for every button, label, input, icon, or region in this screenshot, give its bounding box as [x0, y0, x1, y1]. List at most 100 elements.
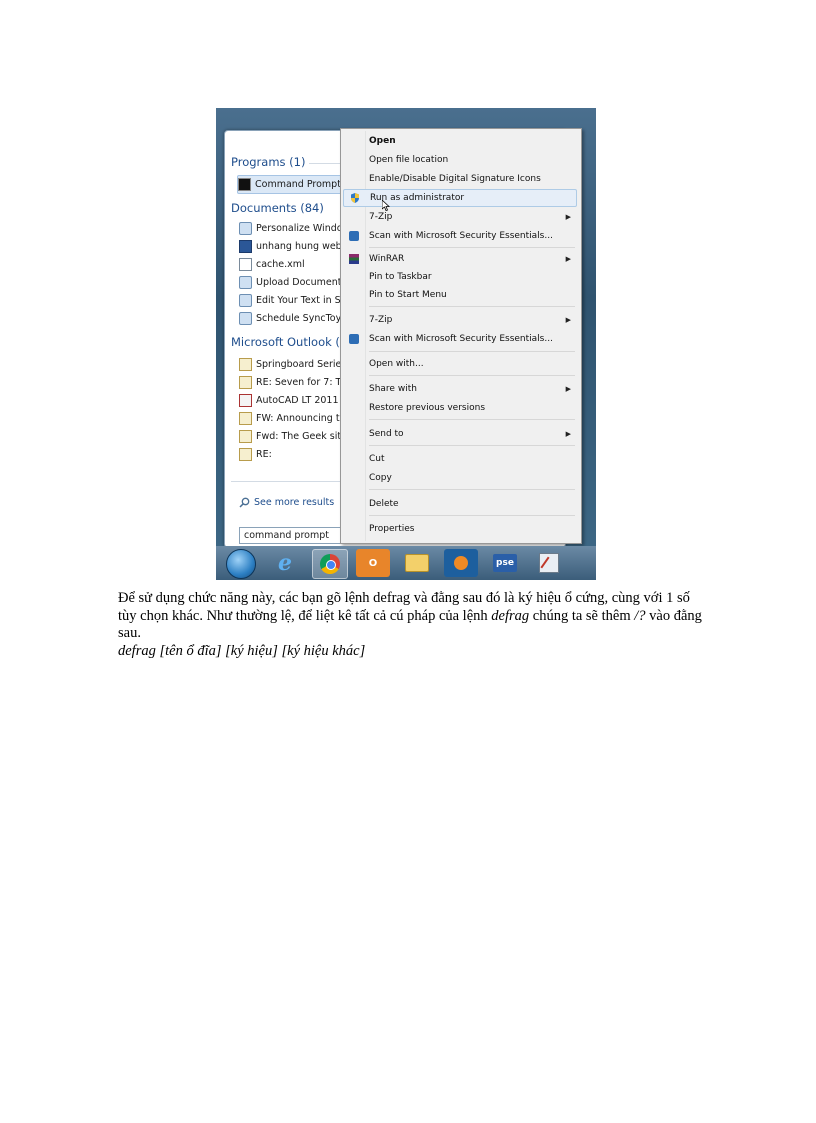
screenshot-image: Programs (1) Command Prompt Documents (8… — [216, 108, 596, 580]
syntax-line: defrag [tên ổ đĩa] [ký hiệu] [ký hiệu kh… — [118, 642, 366, 659]
result-document[interactable]: Personalize Window — [239, 220, 344, 237]
result-email[interactable]: RE: — [239, 446, 344, 463]
result-label: RE: — [256, 449, 272, 460]
taskbar: e O pse — [216, 546, 596, 580]
outlook-icon: O — [368, 557, 378, 569]
menu-separator — [369, 247, 575, 248]
link-icon — [239, 222, 252, 235]
media-player-icon — [454, 556, 468, 570]
result-label: Personalize Window — [256, 223, 344, 234]
outlook-header: Microsoft Outlook (5 — [231, 335, 348, 349]
menu-item-winrar[interactable]: WinRAR ▶ — [343, 250, 577, 268]
result-label: Schedule SyncToy t — [256, 313, 344, 324]
submenu-arrow-icon: ▶ — [565, 213, 571, 221]
documents-header: Documents (84) — [231, 201, 324, 215]
menu-separator — [369, 489, 575, 490]
divider — [231, 481, 349, 482]
programs-header: Programs (1) — [231, 155, 306, 169]
cad-icon — [239, 394, 252, 407]
instruction-text: Để sử dụng chức năng này, các bạn gõ lện… — [118, 590, 702, 641]
result-label: Edit Your Text in Sty — [256, 295, 344, 306]
taskbar-paint-button[interactable] — [532, 549, 566, 577]
taskbar-explorer-button[interactable] — [400, 549, 434, 577]
result-document[interactable]: Upload Documents — [239, 274, 344, 291]
menu-separator — [369, 375, 575, 376]
word-doc-icon — [239, 240, 252, 253]
help-switch: /? — [634, 607, 646, 624]
chrome-icon — [320, 554, 340, 574]
menu-separator — [369, 445, 575, 446]
menu-item-digital-signature-icons[interactable]: Enable/Disable Digital Signature Icons — [343, 170, 577, 188]
menu-item-7zip[interactable]: 7-Zip ▶ — [343, 208, 577, 226]
security-essentials-icon — [349, 334, 359, 344]
result-label: cache.xml — [256, 259, 305, 270]
mail-icon — [239, 448, 252, 461]
taskbar-ie-button[interactable]: e — [268, 549, 302, 577]
submenu-arrow-icon: ▶ — [565, 385, 571, 393]
result-command-prompt[interactable]: Command Prompt — [237, 175, 349, 194]
result-email[interactable]: FW: Announcing the — [239, 410, 344, 427]
result-label: FW: Announcing the — [256, 413, 344, 424]
menu-separator — [369, 351, 575, 352]
result-label: RE: Seven for 7: Tips — [256, 377, 344, 388]
menu-item-copy[interactable]: Copy — [343, 469, 577, 487]
link-icon — [239, 276, 252, 289]
result-label: Springboard Series I — [256, 359, 344, 370]
result-document[interactable]: Edit Your Text in Sty — [239, 292, 344, 309]
menu-item-scan-security-essentials[interactable]: Scan with Microsoft Security Essentials.… — [343, 330, 577, 348]
result-label: Command Prompt — [255, 179, 341, 190]
taskbar-media-player-button[interactable] — [444, 549, 478, 577]
ie-icon: e — [278, 550, 292, 576]
menu-item-pin-to-start-menu[interactable]: Pin to Start Menu — [343, 286, 577, 304]
menu-item-open-with[interactable]: Open with... — [343, 355, 577, 373]
folder-icon — [405, 554, 429, 572]
winrar-icon — [349, 254, 359, 264]
menu-item-cut[interactable]: Cut — [343, 450, 577, 468]
photoshop-elements-icon: pse — [493, 554, 517, 572]
menu-item-delete[interactable]: Delete — [343, 495, 577, 513]
search-value: command prompt — [244, 530, 329, 541]
menu-item-share-with[interactable]: Share with ▶ — [343, 380, 577, 398]
submenu-arrow-icon: ▶ — [565, 316, 571, 324]
menu-item-scan-security-essentials[interactable]: Scan with Microsoft Security Essentials.… — [343, 227, 577, 245]
taskbar-chrome-button[interactable] — [312, 549, 348, 579]
result-email[interactable]: Fwd: The Geek site — [239, 428, 344, 445]
menu-item-properties[interactable]: Properties — [343, 520, 577, 538]
menu-separator — [369, 419, 575, 420]
result-document[interactable]: Schedule SyncToy t — [239, 310, 344, 327]
menu-item-open[interactable]: Open — [343, 132, 577, 150]
taskbar-outlook-button[interactable]: O — [356, 549, 390, 577]
menu-item-send-to[interactable]: Send to ▶ — [343, 425, 577, 443]
menu-item-pin-to-taskbar[interactable]: Pin to Taskbar — [343, 268, 577, 286]
body-paragraph: Để sử dụng chức năng này, các bạn gõ lện… — [118, 590, 708, 660]
result-document[interactable]: cache.xml — [239, 256, 344, 273]
result-email[interactable]: Springboard Series I — [239, 356, 344, 373]
taskbar-pse-button[interactable]: pse — [488, 549, 522, 577]
mail-icon — [239, 376, 252, 389]
menu-separator — [369, 306, 575, 307]
menu-item-run-as-administrator[interactable]: Run as administrator — [343, 189, 577, 211]
result-label: unhang hung websi — [256, 241, 344, 252]
menu-item-open-file-location[interactable]: Open file location — [343, 151, 577, 169]
context-menu: Open Open file location Enable/Disable D… — [340, 128, 582, 544]
search-icon — [239, 497, 250, 508]
link-icon — [239, 294, 252, 307]
result-label: AutoCAD LT 2011 re — [256, 395, 344, 406]
result-label: Upload Documents — [256, 277, 344, 288]
result-email[interactable]: AutoCAD LT 2011 re — [239, 392, 344, 409]
security-essentials-icon — [349, 231, 359, 241]
menu-separator — [369, 515, 575, 516]
submenu-arrow-icon: ▶ — [565, 430, 571, 438]
result-document[interactable]: unhang hung websi — [239, 238, 344, 255]
see-more-label: See more results — [254, 497, 335, 508]
result-email[interactable]: RE: Seven for 7: Tips — [239, 374, 344, 391]
see-more-results-link[interactable]: See more results — [239, 497, 334, 508]
link-icon — [239, 312, 252, 325]
cmd-icon — [238, 178, 251, 191]
menu-item-7zip[interactable]: 7-Zip ▶ — [343, 311, 577, 329]
mail-icon — [239, 358, 252, 371]
result-label: Fwd: The Geek site — [256, 431, 344, 442]
document-icon — [239, 258, 252, 271]
menu-item-restore-previous-versions[interactable]: Restore previous versions — [343, 399, 577, 417]
start-orb-icon[interactable] — [226, 549, 256, 579]
